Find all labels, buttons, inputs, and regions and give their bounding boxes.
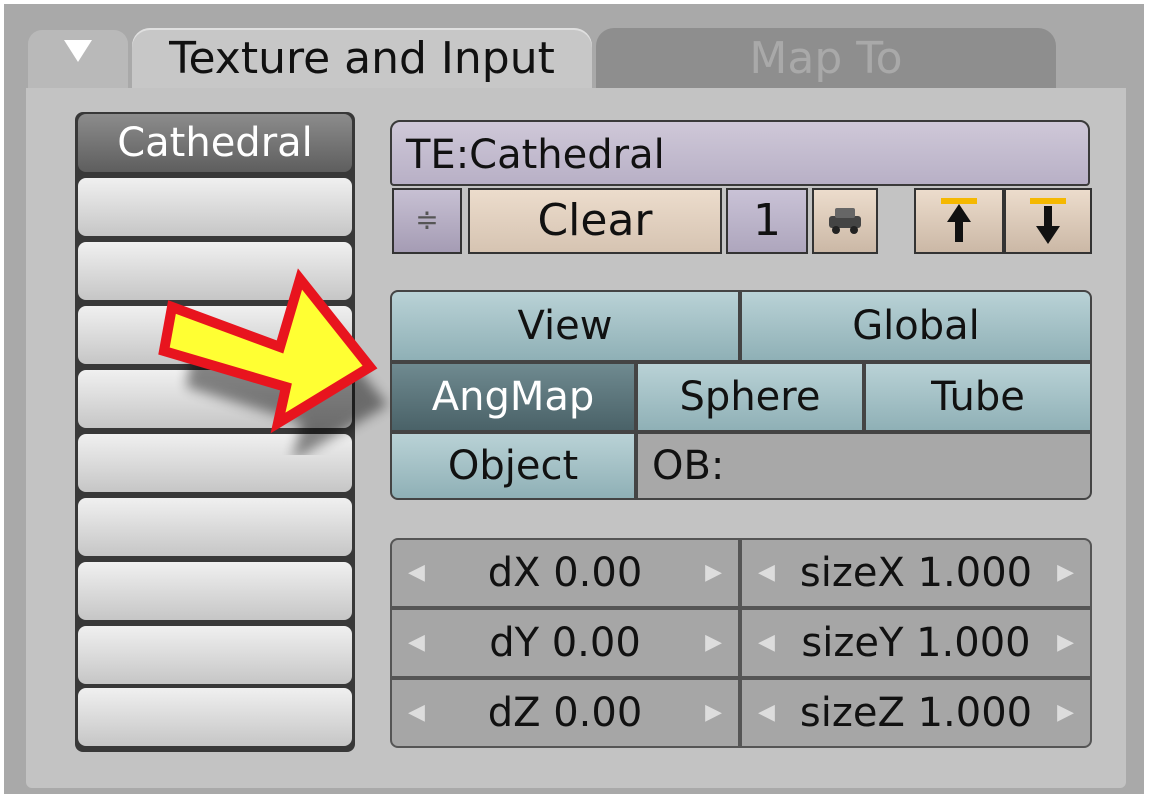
arrow-up-icon [941, 198, 977, 242]
channel-slot-7[interactable] [78, 498, 352, 556]
move-down-button[interactable] [1004, 188, 1092, 254]
increment-arrow-icon[interactable]: ▶ [1057, 540, 1074, 606]
sizex-field[interactable]: ◀ sizeX 1.000 ▶ [740, 538, 1092, 608]
increment-arrow-icon[interactable]: ▶ [705, 610, 722, 676]
texture-name-field[interactable]: TE:Cathedral [390, 120, 1090, 186]
view-button[interactable]: View [390, 290, 740, 362]
dx-value: dX 0.00 [487, 550, 643, 596]
annotation-arrow-icon [158, 268, 388, 455]
users-count-button[interactable]: 1 [726, 188, 808, 254]
tube-button[interactable]: Tube [864, 362, 1092, 432]
sphere-button[interactable]: Sphere [636, 362, 864, 432]
increment-arrow-icon[interactable]: ▶ [1057, 610, 1074, 676]
browse-texture-button[interactable]: ≑ [392, 188, 462, 254]
up-down-icon: ≑ [415, 203, 439, 236]
arrow-down-icon [1030, 198, 1066, 244]
move-up-button[interactable] [914, 188, 1004, 254]
dy-field[interactable]: ◀ dY 0.00 ▶ [390, 608, 740, 678]
increment-arrow-icon[interactable]: ▶ [705, 540, 722, 606]
dz-value: dZ 0.00 [487, 690, 643, 736]
object-name-field[interactable]: OB: [636, 432, 1092, 500]
increment-arrow-icon[interactable]: ▶ [705, 680, 722, 746]
channel-slot-10[interactable] [78, 688, 352, 746]
channel-slot-9[interactable] [78, 626, 352, 684]
triangle-down-icon [64, 40, 92, 62]
global-button[interactable]: Global [740, 290, 1092, 362]
tab-map-to[interactable]: Map To [596, 28, 1056, 88]
channel-slot-1[interactable]: Cathedral [78, 114, 352, 172]
sizey-value: sizeY 1.000 [801, 620, 1031, 666]
tab-texture-and-input[interactable]: Texture and Input [132, 28, 592, 88]
sizez-value: sizeZ 1.000 [799, 690, 1033, 736]
sizey-field[interactable]: ◀ sizeY 1.000 ▶ [740, 608, 1092, 678]
clear-button[interactable]: Clear [468, 188, 722, 254]
increment-arrow-icon[interactable]: ▶ [1057, 680, 1074, 746]
dy-value: dY 0.00 [489, 620, 641, 666]
channel-slot-8[interactable] [78, 562, 352, 620]
sizez-field[interactable]: ◀ sizeZ 1.000 ▶ [740, 678, 1092, 748]
car-icon [829, 208, 861, 234]
dx-field[interactable]: ◀ dX 0.00 ▶ [390, 538, 740, 608]
fake-user-button[interactable] [812, 188, 878, 254]
collapse-panel-button[interactable] [28, 30, 128, 88]
channel-slot-2[interactable] [78, 178, 352, 236]
angmap-button[interactable]: AngMap [390, 362, 636, 432]
dz-field[interactable]: ◀ dZ 0.00 ▶ [390, 678, 740, 748]
sizex-value: sizeX 1.000 [799, 550, 1033, 596]
object-button[interactable]: Object [390, 432, 636, 500]
